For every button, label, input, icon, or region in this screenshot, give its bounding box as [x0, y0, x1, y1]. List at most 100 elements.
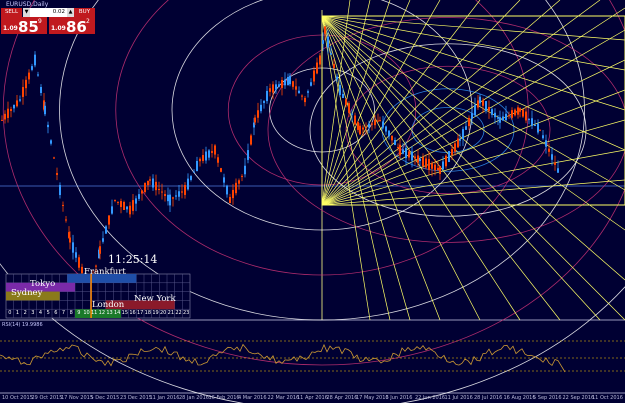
candle-body [313, 70, 315, 82]
candle-body [551, 154, 553, 160]
candle-body [517, 107, 519, 115]
candle-body [278, 84, 280, 87]
candle-body [374, 119, 376, 126]
chart-title: EURUSD,Daily [6, 1, 49, 8]
candle-body [319, 55, 321, 65]
candle-body [208, 150, 210, 158]
lot-increase-icon[interactable]: ▲ [67, 8, 74, 17]
candle-body [78, 257, 80, 268]
candle-body [382, 121, 384, 128]
gann-fan-ray [321, 7, 625, 206]
rsi-indicator [0, 340, 625, 373]
sell-price-fraction: 9 [38, 18, 42, 25]
candle-body [414, 156, 416, 159]
candle-body [448, 151, 450, 162]
candle-body [7, 108, 9, 118]
candle-body [169, 194, 171, 206]
candle-body [31, 66, 33, 70]
candle-body [114, 199, 116, 201]
candle-body [454, 143, 456, 152]
date-axis-label: 29 Oct 2015 [31, 395, 63, 401]
gann-fan-ray [321, 89, 625, 206]
candle-body [310, 82, 312, 86]
candle-body [138, 194, 140, 199]
buy-price-pips: 86 [66, 18, 87, 36]
candle-body [434, 164, 436, 171]
candle-body [105, 226, 107, 234]
price-chart[interactable] [0, 0, 625, 403]
candle-body [388, 130, 390, 137]
candle-body [1, 119, 3, 121]
candle-body [359, 125, 361, 135]
date-axis-label: 28 Jul 2016 [474, 395, 503, 401]
gann-fan-ray [321, 15, 391, 321]
candle-body [56, 173, 58, 175]
candle-body [211, 151, 213, 153]
candle-body [229, 196, 231, 204]
candle-body [65, 219, 67, 221]
candle-body [62, 204, 64, 206]
candle-body [391, 135, 393, 141]
candle-body [193, 171, 195, 173]
candle-body [499, 117, 501, 123]
candle-body [534, 124, 536, 126]
gann-fan-ray [321, 15, 521, 321]
lot-size-input[interactable]: 0.02 [30, 8, 67, 17]
candle-body [351, 113, 353, 115]
buy-price-fraction: 2 [86, 18, 90, 25]
candle-body [132, 200, 134, 211]
candle-body [135, 198, 137, 204]
buy-button[interactable]: BUY [74, 8, 95, 17]
date-axis-label: 11 Jul 2016 [444, 395, 473, 401]
candle-body [238, 180, 240, 184]
session-hour-label: 11 [90, 310, 98, 316]
session-hour-label: 2 [23, 310, 27, 316]
session-label-london: London [92, 300, 125, 310]
sell-price-prefix: 1.09 [3, 25, 18, 32]
candle-body [457, 138, 459, 148]
candle-body [111, 206, 113, 214]
date-axis-label: 3 Jun 2016 [385, 395, 413, 401]
candle-body [522, 109, 524, 117]
candle-body [272, 84, 274, 93]
gann-fan [321, 0, 625, 321]
date-axis-label: 23 Dec 2015 [120, 395, 152, 401]
candle-body [202, 155, 204, 161]
candle-body [342, 94, 344, 98]
sell-price-quote[interactable]: 1.09 85 9 [1, 17, 47, 36]
candle-body [368, 123, 370, 128]
candle-body [196, 160, 198, 172]
lot-decrease-icon[interactable]: ▼ [23, 8, 30, 17]
session-hour-label: 12 [98, 310, 106, 316]
candle-body [362, 127, 364, 130]
candle-body [28, 72, 30, 80]
candle-body [357, 122, 359, 130]
candle-body [292, 81, 294, 87]
candle-body [289, 75, 291, 85]
candle-body [417, 155, 419, 163]
session-hour-label: 4 [38, 310, 43, 316]
candle-body [181, 191, 183, 193]
candle-body [425, 158, 427, 168]
date-axis-label: 28 Jan 2016 [179, 395, 209, 401]
date-axis-label: 5 Dec 2015 [90, 395, 120, 401]
candle-body [439, 165, 441, 175]
candle-body [120, 201, 122, 207]
candle-body [126, 206, 128, 210]
candle-body [488, 106, 490, 112]
session-hour-label: 13 [106, 310, 113, 316]
candle-body [172, 197, 174, 199]
candle-body [184, 185, 186, 195]
buy-price-quote[interactable]: 1.09 86 2 [49, 17, 95, 36]
candle-body [327, 36, 329, 48]
sell-button[interactable]: SELL [1, 8, 22, 17]
candle-body [10, 109, 12, 111]
candle-body [205, 151, 207, 161]
candle-body [178, 191, 180, 197]
candle-body [419, 159, 421, 161]
gann-circle [411, 107, 485, 153]
date-axis-label: 5 Sep 2016 [533, 395, 562, 401]
candle-body [408, 151, 410, 158]
candle-body [250, 135, 252, 145]
candle-body [22, 87, 24, 97]
